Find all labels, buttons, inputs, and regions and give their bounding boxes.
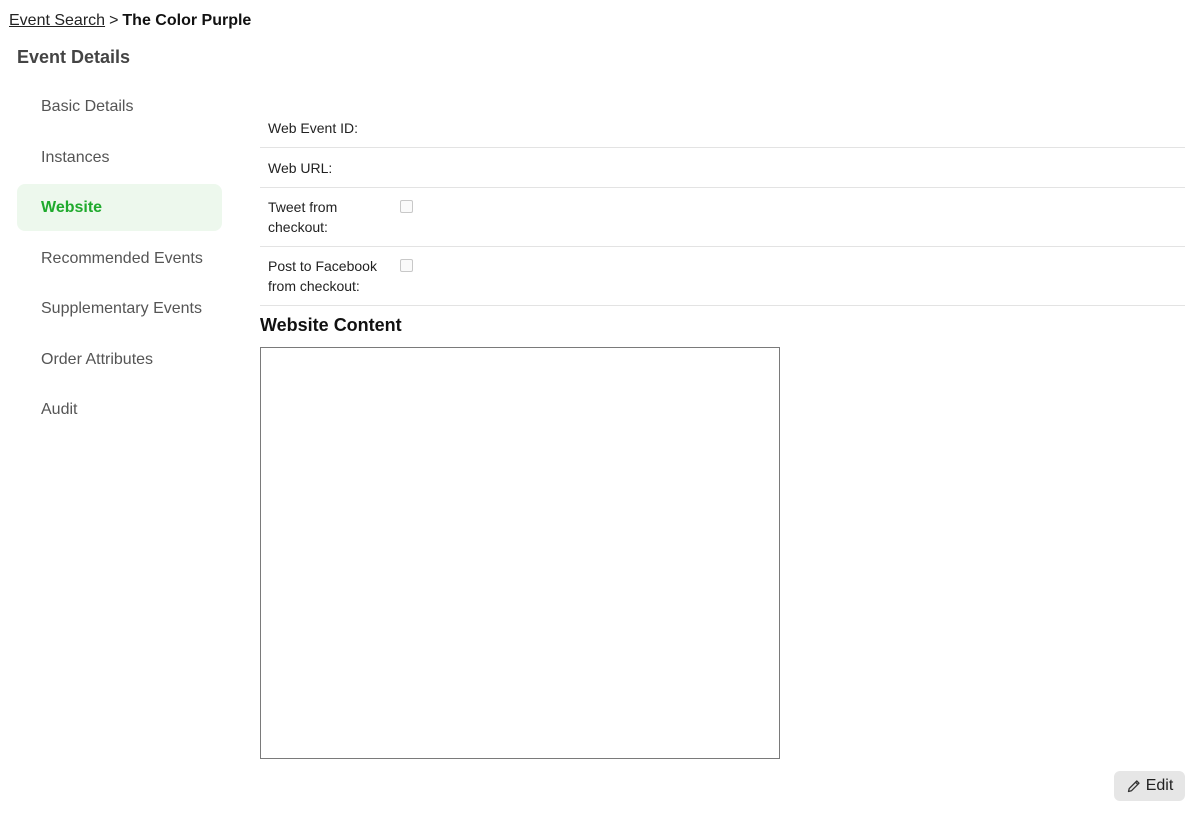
field-row-tweet-from-checkout: Tweet from checkout:	[260, 188, 1185, 247]
breadcrumb: Event Search > The Color Purple	[9, 12, 251, 30]
field-row-web-event-id: Web Event ID:	[260, 108, 1185, 148]
post-to-facebook-checkbox[interactable]	[400, 259, 413, 272]
web-event-id-label: Web Event ID:	[268, 120, 359, 136]
sidebar-item-recommended-events[interactable]: Recommended Events	[17, 235, 222, 282]
sidebar-item-website[interactable]: Website	[17, 184, 222, 231]
breadcrumb-link-event-search[interactable]: Event Search	[9, 12, 105, 29]
website-content-box[interactable]	[260, 347, 780, 759]
post-to-facebook-label: Post to Facebook from checkout:	[268, 258, 377, 294]
sidebar-nav: Basic Details Instances Website Recommen…	[17, 83, 222, 437]
section-title: Event Details	[17, 47, 131, 67]
field-row-post-to-facebook: Post to Facebook from checkout:	[260, 247, 1185, 306]
web-url-value	[400, 158, 1185, 178]
edit-button-label: Edit	[1145, 777, 1174, 794]
tweet-from-checkout-label: Tweet from checkout:	[268, 199, 338, 235]
sidebar-item-instances[interactable]: Instances	[17, 134, 222, 181]
field-row-web-url: Web URL:	[260, 148, 1185, 188]
breadcrumb-separator: >	[109, 12, 119, 29]
tweet-from-checkout-value	[400, 197, 1185, 218]
website-content-title: Website Content	[260, 315, 402, 335]
sidebar-item-supplementary-events[interactable]: Supplementary Events	[17, 285, 222, 332]
pencil-icon	[1126, 778, 1142, 794]
post-to-facebook-value	[400, 256, 1185, 277]
sidebar-item-order-attributes[interactable]: Order Attributes	[17, 336, 222, 383]
web-url-label: Web URL:	[268, 160, 333, 176]
website-details-table: Web Event ID: Web URL: Tweet from checko…	[260, 108, 1185, 306]
edit-button[interactable]: Edit	[1114, 771, 1185, 801]
sidebar-item-audit[interactable]: Audit	[17, 386, 222, 433]
tweet-from-checkout-checkbox[interactable]	[400, 200, 413, 213]
breadcrumb-current: The Color Purple	[122, 12, 252, 29]
web-event-id-value	[400, 118, 1185, 138]
sidebar-item-basic-details[interactable]: Basic Details	[17, 83, 222, 130]
